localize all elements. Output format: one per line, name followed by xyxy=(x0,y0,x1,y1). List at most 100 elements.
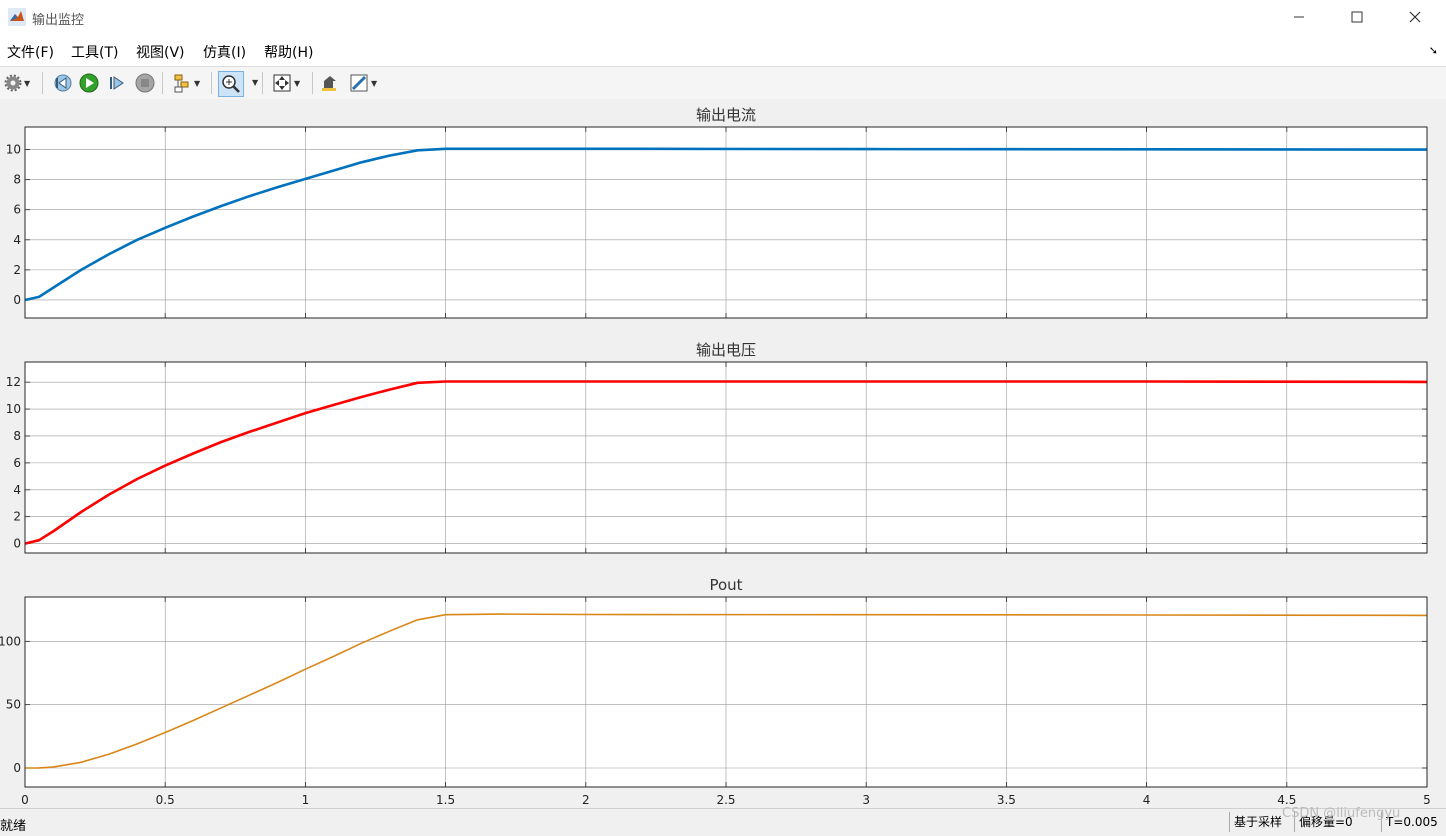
x-tick-label: 3.5 xyxy=(997,793,1016,805)
data-point xyxy=(585,613,587,615)
data-point xyxy=(248,431,250,433)
plot-title: 输出电压 xyxy=(696,341,756,359)
y-tick-label: 0 xyxy=(13,537,21,551)
data-point xyxy=(585,148,587,150)
data-point xyxy=(304,412,306,414)
y-tick-label: 0 xyxy=(13,293,21,307)
data-point xyxy=(445,148,447,150)
y-tick-label: 0 xyxy=(13,761,21,775)
settings-dropdown-icon[interactable]: ▼ xyxy=(24,79,30,88)
data-point xyxy=(80,761,82,763)
toolbar-separator xyxy=(262,72,263,94)
data-point xyxy=(108,253,110,255)
data-point xyxy=(304,668,306,670)
y-tick-label: 4 xyxy=(13,483,21,497)
highlight-button[interactable] xyxy=(320,71,340,95)
step-back-icon xyxy=(54,74,72,92)
x-tick-label: 1 xyxy=(302,793,310,805)
data-point xyxy=(417,149,419,151)
menu-tools[interactable]: 工具(T) xyxy=(71,42,118,62)
fit-view-dropdown-icon[interactable]: ▼ xyxy=(294,79,300,88)
stop-button[interactable] xyxy=(135,71,155,95)
data-point xyxy=(108,753,110,755)
axes-1: 输出电流 0 2 4 6 8 10 xyxy=(6,106,1428,319)
y-tick-label: 10 xyxy=(6,402,21,416)
data-point xyxy=(164,227,166,229)
matlab-icon xyxy=(8,8,26,26)
data-point xyxy=(417,619,419,621)
fit-view-icon xyxy=(273,74,291,92)
data-point xyxy=(360,642,362,644)
run-icon xyxy=(79,73,99,93)
x-tick-label: 3 xyxy=(862,793,870,805)
data-point xyxy=(192,720,194,721)
data-point xyxy=(192,215,194,217)
data-point xyxy=(417,382,419,384)
y-tick-label: 2 xyxy=(13,263,21,277)
data-point xyxy=(360,396,362,398)
data-point xyxy=(276,682,278,683)
data-point xyxy=(136,743,138,745)
data-point xyxy=(38,767,40,769)
data-point xyxy=(332,656,334,658)
axes-2: 输出电压 0 2 4 6 8 10 12 xyxy=(6,341,1428,554)
signal-select-dropdown-icon[interactable]: ▼ xyxy=(194,79,200,88)
measure-dropdown-icon[interactable]: ▼ xyxy=(371,79,377,88)
y-tick-label: 10 xyxy=(6,143,21,157)
step-forward-button[interactable] xyxy=(107,71,127,95)
data-point xyxy=(220,205,222,207)
toolbar-separator xyxy=(312,72,313,94)
data-point xyxy=(445,614,447,616)
data-point xyxy=(1146,614,1148,616)
close-button[interactable] xyxy=(1386,0,1444,34)
data-point xyxy=(332,170,334,172)
scope-plots[interactable]: 输出电流 0 2 4 6 8 10 输出电压 0 2 4 6 8 10 12 Pout 0 0.5 1 1.5 2 2.5… xyxy=(0,99,1446,805)
zoom-dropdown-icon[interactable]: ▼ xyxy=(252,78,258,87)
data-point xyxy=(389,155,391,157)
plot-title: 输出电流 xyxy=(696,106,756,124)
data-point xyxy=(38,539,40,541)
data-point xyxy=(136,478,138,480)
toolbar: ▼ ▼ ▼ ▼ ▼ xyxy=(0,66,1446,100)
minimize-button[interactable] xyxy=(1270,0,1328,34)
x-tick-label: 2 xyxy=(582,793,590,805)
maximize-icon xyxy=(1351,11,1363,23)
x-tick-label: 5 xyxy=(1423,793,1431,805)
menu-help[interactable]: 帮助(H) xyxy=(264,42,313,62)
data-point xyxy=(248,694,250,696)
menu-pin-icon[interactable]: ➘ xyxy=(1429,44,1438,57)
data-point xyxy=(865,614,867,616)
menu-view[interactable]: 视图(V) xyxy=(136,42,185,62)
menu-file[interactable]: 文件(F) xyxy=(7,42,54,62)
y-tick-label: 4 xyxy=(13,233,21,247)
toolbar-separator xyxy=(162,72,163,94)
step-back-button[interactable] xyxy=(52,71,72,95)
stop-icon xyxy=(135,73,155,93)
y-tick-label: 12 xyxy=(6,375,21,389)
data-point xyxy=(192,452,194,454)
data-point xyxy=(136,239,138,241)
run-button[interactable] xyxy=(79,71,99,95)
data-point xyxy=(389,389,391,391)
menu-simulation[interactable]: 仿真(I) xyxy=(203,42,246,62)
measure-icon xyxy=(350,74,368,92)
data-point xyxy=(360,161,362,163)
data-point xyxy=(865,381,867,383)
fit-view-button[interactable]: ▼ xyxy=(272,71,300,95)
zoom-in-icon xyxy=(222,75,240,93)
y-tick-label: 8 xyxy=(13,429,21,443)
status-bar: 就绪 基于采样 偏移量=0 T=0.005 xyxy=(0,808,1446,836)
data-point xyxy=(585,381,587,383)
data-point xyxy=(276,186,278,188)
data-point xyxy=(501,613,503,615)
data-point xyxy=(445,381,447,383)
signal-select-button[interactable]: ▼ xyxy=(172,71,200,95)
measure-button[interactable]: ▼ xyxy=(349,71,377,95)
maximize-button[interactable] xyxy=(1328,0,1386,34)
gear-icon xyxy=(4,74,22,92)
settings-button[interactable]: ▼ xyxy=(4,71,30,95)
x-tick-label: 4 xyxy=(1143,793,1151,805)
toolbar-separator xyxy=(42,72,43,94)
zoom-in-button[interactable] xyxy=(218,71,244,97)
data-point xyxy=(108,493,110,495)
